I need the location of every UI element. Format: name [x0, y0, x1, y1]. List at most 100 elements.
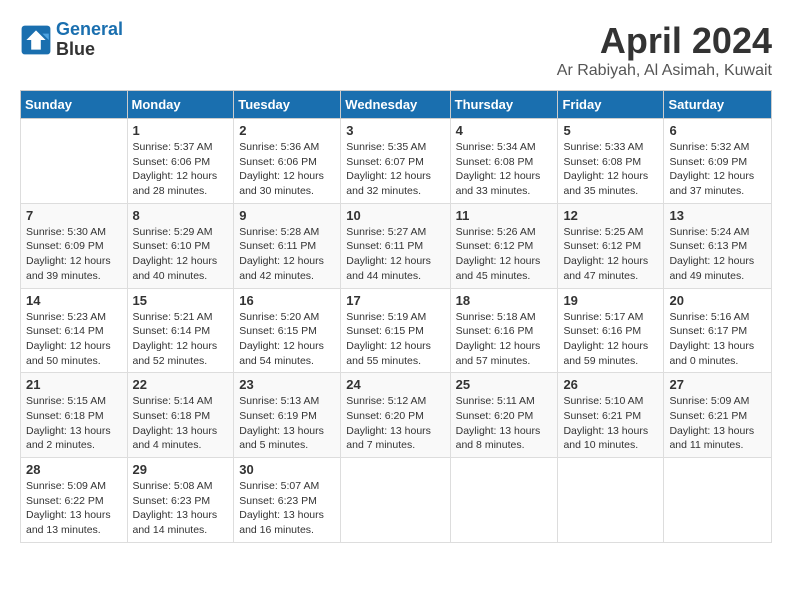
day-number: 13	[669, 208, 766, 223]
day-number: 29	[133, 462, 229, 477]
day-number: 1	[133, 123, 229, 138]
week-row-2: 7 Sunrise: 5:30 AM Sunset: 6:09 PM Dayli…	[21, 203, 772, 288]
calendar-cell: 25 Sunrise: 5:11 AM Sunset: 6:20 PM Dayl…	[450, 373, 558, 458]
day-number: 11	[456, 208, 553, 223]
calendar-cell	[558, 458, 664, 543]
logo-line2: Blue	[56, 39, 95, 59]
day-number: 26	[563, 377, 658, 392]
header-saturday: Saturday	[664, 91, 772, 119]
calendar-cell: 4 Sunrise: 5:34 AM Sunset: 6:08 PM Dayli…	[450, 119, 558, 204]
title-block: April 2024 Ar Rabiyah, Al Asimah, Kuwait	[557, 20, 772, 80]
calendar-cell: 1 Sunrise: 5:37 AM Sunset: 6:06 PM Dayli…	[127, 119, 234, 204]
day-info: Sunrise: 5:08 AM Sunset: 6:23 PM Dayligh…	[133, 479, 229, 538]
month-title: April 2024	[557, 20, 772, 62]
day-number: 7	[26, 208, 122, 223]
header-friday: Friday	[558, 91, 664, 119]
day-info: Sunrise: 5:32 AM Sunset: 6:09 PM Dayligh…	[669, 140, 766, 199]
calendar-cell: 18 Sunrise: 5:18 AM Sunset: 6:16 PM Dayl…	[450, 288, 558, 373]
day-number: 20	[669, 293, 766, 308]
calendar-cell: 14 Sunrise: 5:23 AM Sunset: 6:14 PM Dayl…	[21, 288, 128, 373]
day-number: 15	[133, 293, 229, 308]
day-number: 9	[239, 208, 335, 223]
calendar-cell: 19 Sunrise: 5:17 AM Sunset: 6:16 PM Dayl…	[558, 288, 664, 373]
day-number: 23	[239, 377, 335, 392]
calendar-cell: 26 Sunrise: 5:10 AM Sunset: 6:21 PM Dayl…	[558, 373, 664, 458]
calendar-cell: 30 Sunrise: 5:07 AM Sunset: 6:23 PM Dayl…	[234, 458, 341, 543]
day-number: 5	[563, 123, 658, 138]
day-number: 18	[456, 293, 553, 308]
calendar-cell: 8 Sunrise: 5:29 AM Sunset: 6:10 PM Dayli…	[127, 203, 234, 288]
page-header: General Blue April 2024 Ar Rabiyah, Al A…	[20, 20, 772, 80]
calendar-cell: 3 Sunrise: 5:35 AM Sunset: 6:07 PM Dayli…	[341, 119, 450, 204]
day-number: 30	[239, 462, 335, 477]
day-info: Sunrise: 5:11 AM Sunset: 6:20 PM Dayligh…	[456, 394, 553, 453]
calendar-cell: 22 Sunrise: 5:14 AM Sunset: 6:18 PM Dayl…	[127, 373, 234, 458]
day-info: Sunrise: 5:37 AM Sunset: 6:06 PM Dayligh…	[133, 140, 229, 199]
day-info: Sunrise: 5:27 AM Sunset: 6:11 PM Dayligh…	[346, 225, 444, 284]
calendar-cell	[341, 458, 450, 543]
calendar-cell: 21 Sunrise: 5:15 AM Sunset: 6:18 PM Dayl…	[21, 373, 128, 458]
header-row: SundayMondayTuesdayWednesdayThursdayFrid…	[21, 91, 772, 119]
header-tuesday: Tuesday	[234, 91, 341, 119]
day-info: Sunrise: 5:33 AM Sunset: 6:08 PM Dayligh…	[563, 140, 658, 199]
day-number: 14	[26, 293, 122, 308]
day-info: Sunrise: 5:35 AM Sunset: 6:07 PM Dayligh…	[346, 140, 444, 199]
day-info: Sunrise: 5:36 AM Sunset: 6:06 PM Dayligh…	[239, 140, 335, 199]
day-number: 12	[563, 208, 658, 223]
day-info: Sunrise: 5:12 AM Sunset: 6:20 PM Dayligh…	[346, 394, 444, 453]
day-number: 10	[346, 208, 444, 223]
day-info: Sunrise: 5:24 AM Sunset: 6:13 PM Dayligh…	[669, 225, 766, 284]
week-row-3: 14 Sunrise: 5:23 AM Sunset: 6:14 PM Dayl…	[21, 288, 772, 373]
day-number: 25	[456, 377, 553, 392]
header-sunday: Sunday	[21, 91, 128, 119]
calendar-cell: 11 Sunrise: 5:26 AM Sunset: 6:12 PM Dayl…	[450, 203, 558, 288]
calendar-cell: 20 Sunrise: 5:16 AM Sunset: 6:17 PM Dayl…	[664, 288, 772, 373]
day-info: Sunrise: 5:18 AM Sunset: 6:16 PM Dayligh…	[456, 310, 553, 369]
day-number: 16	[239, 293, 335, 308]
calendar-cell: 12 Sunrise: 5:25 AM Sunset: 6:12 PM Dayl…	[558, 203, 664, 288]
day-info: Sunrise: 5:13 AM Sunset: 6:19 PM Dayligh…	[239, 394, 335, 453]
logo-icon	[20, 24, 52, 56]
calendar-cell: 29 Sunrise: 5:08 AM Sunset: 6:23 PM Dayl…	[127, 458, 234, 543]
day-number: 21	[26, 377, 122, 392]
day-info: Sunrise: 5:29 AM Sunset: 6:10 PM Dayligh…	[133, 225, 229, 284]
day-info: Sunrise: 5:28 AM Sunset: 6:11 PM Dayligh…	[239, 225, 335, 284]
day-info: Sunrise: 5:34 AM Sunset: 6:08 PM Dayligh…	[456, 140, 553, 199]
week-row-1: 1 Sunrise: 5:37 AM Sunset: 6:06 PM Dayli…	[21, 119, 772, 204]
logo-line1: General	[56, 19, 123, 39]
day-info: Sunrise: 5:15 AM Sunset: 6:18 PM Dayligh…	[26, 394, 122, 453]
day-number: 8	[133, 208, 229, 223]
day-number: 28	[26, 462, 122, 477]
day-info: Sunrise: 5:30 AM Sunset: 6:09 PM Dayligh…	[26, 225, 122, 284]
day-number: 3	[346, 123, 444, 138]
week-row-5: 28 Sunrise: 5:09 AM Sunset: 6:22 PM Dayl…	[21, 458, 772, 543]
calendar-cell: 17 Sunrise: 5:19 AM Sunset: 6:15 PM Dayl…	[341, 288, 450, 373]
location: Ar Rabiyah, Al Asimah, Kuwait	[557, 62, 772, 80]
calendar-cell: 6 Sunrise: 5:32 AM Sunset: 6:09 PM Dayli…	[664, 119, 772, 204]
day-info: Sunrise: 5:21 AM Sunset: 6:14 PM Dayligh…	[133, 310, 229, 369]
calendar-cell: 9 Sunrise: 5:28 AM Sunset: 6:11 PM Dayli…	[234, 203, 341, 288]
logo: General Blue	[20, 20, 123, 60]
header-wednesday: Wednesday	[341, 91, 450, 119]
day-info: Sunrise: 5:20 AM Sunset: 6:15 PM Dayligh…	[239, 310, 335, 369]
day-info: Sunrise: 5:19 AM Sunset: 6:15 PM Dayligh…	[346, 310, 444, 369]
calendar-cell: 23 Sunrise: 5:13 AM Sunset: 6:19 PM Dayl…	[234, 373, 341, 458]
header-thursday: Thursday	[450, 91, 558, 119]
day-number: 17	[346, 293, 444, 308]
day-number: 6	[669, 123, 766, 138]
calendar-cell: 27 Sunrise: 5:09 AM Sunset: 6:21 PM Dayl…	[664, 373, 772, 458]
header-monday: Monday	[127, 91, 234, 119]
day-number: 2	[239, 123, 335, 138]
day-info: Sunrise: 5:16 AM Sunset: 6:17 PM Dayligh…	[669, 310, 766, 369]
day-info: Sunrise: 5:07 AM Sunset: 6:23 PM Dayligh…	[239, 479, 335, 538]
calendar-cell	[664, 458, 772, 543]
calendar-cell: 7 Sunrise: 5:30 AM Sunset: 6:09 PM Dayli…	[21, 203, 128, 288]
calendar-cell: 16 Sunrise: 5:20 AM Sunset: 6:15 PM Dayl…	[234, 288, 341, 373]
calendar-cell: 24 Sunrise: 5:12 AM Sunset: 6:20 PM Dayl…	[341, 373, 450, 458]
calendar-cell: 10 Sunrise: 5:27 AM Sunset: 6:11 PM Dayl…	[341, 203, 450, 288]
calendar-cell: 2 Sunrise: 5:36 AM Sunset: 6:06 PM Dayli…	[234, 119, 341, 204]
day-info: Sunrise: 5:14 AM Sunset: 6:18 PM Dayligh…	[133, 394, 229, 453]
calendar-cell	[450, 458, 558, 543]
day-info: Sunrise: 5:25 AM Sunset: 6:12 PM Dayligh…	[563, 225, 658, 284]
week-row-4: 21 Sunrise: 5:15 AM Sunset: 6:18 PM Dayl…	[21, 373, 772, 458]
